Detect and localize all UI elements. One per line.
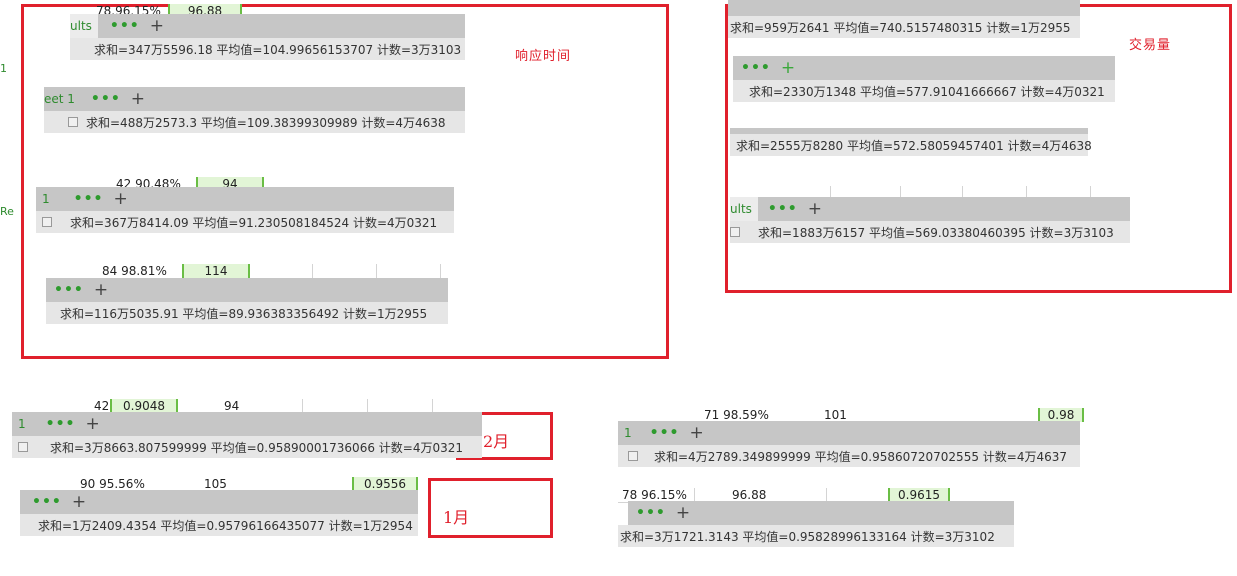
status-bar: 求和=2555万8280 平均值=572.58059457401 计数=4万46… [730, 134, 1092, 156]
add-sheet-icon[interactable]: + [86, 415, 100, 433]
cell-value[interactable]: 94 [224, 399, 239, 413]
status-summary: 求和=1万2409.4354 平均值=0.95796166435077 计数=1… [38, 518, 413, 533]
status-summary: 求和=116万5035.91 平均值=89.936383356492 计数=1万… [60, 306, 428, 321]
cell-value[interactable]: 101 [824, 408, 847, 422]
selected-cell[interactable]: 0.9556 [352, 477, 418, 491]
cell-value[interactable]: 78 96.15% [622, 488, 687, 502]
more-sheets-icon[interactable]: ••• [46, 416, 76, 432]
sheet-tab[interactable]: ults [70, 14, 98, 38]
sheet-tab-bar: 1 ••• + [12, 412, 482, 436]
sheet-tab-bar: ults ••• + [70, 14, 465, 38]
cell-value[interactable]: 105 [204, 477, 227, 491]
more-sheets-icon[interactable]: ••• [636, 505, 666, 521]
status-summary: 求和=2555万8280 平均值=572.58059457401 计数=4万46… [736, 138, 1092, 153]
status-bar: 求和=959万2641 平均值=740.5157480315 计数=1万2955 [728, 16, 1080, 38]
sheet-tab[interactable]: ults [730, 197, 758, 221]
status-bar: 求和=3万1721.3143 平均值=0.95828996133164 计数=3… [618, 525, 1014, 547]
sheet-view-icon[interactable] [18, 442, 28, 452]
more-sheets-icon[interactable]: ••• [768, 201, 798, 217]
sheet-tab-bar: ••• + [20, 490, 418, 514]
grid-line [312, 264, 313, 278]
selected-cell[interactable]: 0.9615 [888, 488, 950, 502]
sheet-tab-bar: 1 ••• + [618, 421, 1080, 445]
status-summary: 求和=488万2573.3 平均值=109.38399309989 计数=4万4… [86, 115, 446, 130]
more-sheets-icon[interactable]: ••• [741, 60, 771, 76]
grid-line [694, 488, 695, 502]
cell-value[interactable]: 84 98.81% [102, 264, 167, 278]
sheet-tab-bar: ••• + [733, 56, 1115, 80]
cell-value[interactable]: 96.88 [732, 488, 766, 502]
add-sheet-icon[interactable]: + [94, 281, 108, 299]
cell-value[interactable]: 42 [94, 399, 109, 413]
add-sheet-icon[interactable]: + [150, 17, 164, 35]
sheet-tab-bar: ults ••• + [730, 197, 1130, 221]
add-sheet-icon[interactable]: + [808, 200, 822, 218]
feb-label: 2月 [483, 432, 510, 451]
status-bar: 求和=2330万1348 平均值=577.91041666667 计数=4万03… [733, 80, 1115, 102]
status-bar: 求和=488万2573.3 平均值=109.38399309989 计数=4万4… [44, 111, 465, 133]
sheet-tab[interactable]: 1 [12, 412, 32, 436]
more-sheets-icon[interactable]: ••• [650, 425, 680, 441]
selected-cell[interactable]: 114 [182, 264, 250, 278]
sheet-view-icon[interactable] [42, 217, 52, 227]
add-sheet-icon[interactable]: + [690, 424, 704, 442]
jan-label: 1月 [443, 508, 470, 527]
status-summary: 求和=3万8663.807599999 平均值=0.95890001736066… [50, 440, 464, 455]
sheet-tab-bar: 1 ••• + [36, 187, 454, 211]
status-summary: 求和=367万8414.09 平均值=91.230508184524 计数=4万… [70, 215, 438, 230]
cell-value[interactable]: 71 98.59% [704, 408, 769, 422]
status-bar: 求和=3万8663.807599999 平均值=0.95890001736066… [12, 436, 482, 458]
grid-line [440, 264, 441, 278]
status-summary: 求和=4万2789.349899999 平均值=0.95860720702555… [654, 449, 1068, 464]
status-summary: 求和=959万2641 平均值=740.5157480315 计数=1万2955 [730, 20, 1071, 35]
more-sheets-icon[interactable]: ••• [110, 18, 140, 34]
left-fragment-row-number: 1 [0, 62, 7, 75]
cell-row: 84 98.81% 114 [56, 264, 448, 279]
add-sheet-icon[interactable]: + [676, 504, 690, 522]
sheet-tab[interactable]: 1 [36, 187, 56, 211]
status-bar: 求和=116万5035.91 平均值=89.936383356492 计数=1万… [46, 302, 448, 324]
more-sheets-icon[interactable]: ••• [54, 282, 84, 298]
add-sheet-icon[interactable]: + [131, 90, 145, 108]
add-sheet-icon[interactable]: + [72, 493, 86, 511]
more-sheets-icon[interactable]: ••• [74, 191, 104, 207]
selected-cell[interactable]: 0.98 [1038, 408, 1084, 422]
sheet-tab[interactable]: 1 [618, 421, 638, 445]
grid-line [826, 488, 827, 502]
selected-cell[interactable]: 0.9048 [110, 399, 178, 413]
status-bar: 求和=347万5596.18 平均值=104.99656153707 计数=3万… [70, 38, 465, 60]
grid-line [302, 399, 303, 413]
more-sheets-icon[interactable]: ••• [91, 91, 121, 107]
status-bar: 求和=1883万6157 平均值=569.03380460395 计数=3万31… [730, 221, 1130, 243]
cell-value[interactable]: 90 95.56% [80, 477, 145, 491]
grid-line [376, 264, 377, 278]
sheet-view-icon[interactable] [68, 117, 78, 127]
status-summary: 求和=1883万6157 平均值=569.03380460395 计数=3万31… [758, 225, 1114, 240]
status-bar: 求和=1万2409.4354 平均值=0.95796166435077 计数=1… [20, 514, 418, 536]
add-sheet-icon[interactable]: + [114, 190, 128, 208]
sheet-tab-bar: ••• + [628, 501, 1014, 525]
sheet-view-icon[interactable] [628, 451, 638, 461]
add-sheet-icon[interactable]: + [781, 59, 795, 77]
sheet-tab-bar: ••• + [46, 278, 448, 302]
trade-volume-label: 交易量 [1129, 38, 1172, 53]
status-summary: 求和=3万1721.3143 平均值=0.95828996133164 计数=3… [620, 529, 995, 544]
grid-line [432, 399, 433, 413]
left-fragment-sheet-tab: Re [0, 205, 14, 218]
more-sheets-icon[interactable]: ••• [32, 494, 62, 510]
response-time-label: 响应时间 [515, 49, 572, 64]
sheet-tab-bar: eet 1 ••• + [44, 87, 465, 111]
grid-line [367, 399, 368, 413]
sheet-tab-bar [728, 0, 1080, 16]
status-summary: 求和=2330万1348 平均值=577.91041666667 计数=4万03… [749, 84, 1105, 99]
status-bar: 求和=367万8414.09 平均值=91.230508184524 计数=4万… [36, 211, 454, 233]
status-bar: 求和=4万2789.349899999 平均值=0.95860720702555… [618, 445, 1080, 467]
status-summary: 求和=347万5596.18 平均值=104.99656153707 计数=3万… [94, 42, 462, 57]
sheet-tab[interactable]: eet 1 [44, 87, 81, 111]
sheet-view-icon[interactable] [730, 227, 740, 237]
